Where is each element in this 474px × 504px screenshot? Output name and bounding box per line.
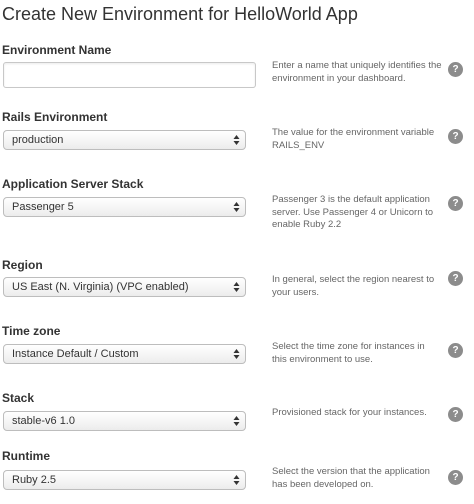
select-arrows-icon [233, 135, 240, 145]
application-server-stack-help: Passenger 3 is the default application s… [272, 194, 434, 230]
runtime-label: Runtime [2, 449, 50, 463]
stack-help: Provisioned stack for your instances. [272, 407, 427, 418]
runtime-help: Select the version that the application … [272, 466, 430, 490]
time-zone-value: Instance Default / Custom [12, 348, 139, 360]
region-label: Region [2, 258, 43, 272]
select-arrows-icon [233, 475, 240, 485]
time-zone-help: Select the time zone for instances in th… [272, 341, 425, 365]
environment-name-input[interactable] [3, 62, 256, 88]
region-select[interactable]: US East (N. Virginia) (VPC enabled) [3, 277, 246, 297]
application-server-stack-help-icon[interactable]: ? [448, 196, 463, 211]
region-help: In general, select the region nearest to… [272, 274, 435, 298]
time-zone-label: Time zone [2, 324, 61, 338]
rails-environment-select[interactable]: production [3, 130, 246, 150]
rails-environment-help-icon[interactable]: ? [448, 129, 463, 144]
select-arrows-icon [233, 349, 240, 359]
stack-help-icon[interactable]: ? [448, 407, 463, 422]
stack-select[interactable]: stable-v6 1.0 [3, 411, 246, 431]
page-title: Create New Environment for HelloWorld Ap… [2, 4, 358, 24]
application-server-stack-value: Passenger 5 [12, 201, 74, 213]
application-server-stack-select[interactable]: Passenger 5 [3, 197, 246, 217]
stack-label: Stack [2, 391, 35, 405]
application-server-stack-label: Application Server Stack [2, 177, 144, 191]
runtime-help-icon[interactable]: ? [448, 470, 463, 485]
region-help-icon[interactable]: ? [448, 271, 463, 286]
rails-environment-value: production [12, 134, 64, 146]
time-zone-help-icon[interactable]: ? [448, 343, 463, 358]
environment-name-label: Environment Name [2, 43, 112, 57]
environment-name-help: Enter a name that uniquely identifies th… [272, 60, 442, 84]
runtime-value: Ruby 2.5 [12, 474, 57, 486]
select-arrows-icon [233, 282, 240, 292]
select-arrows-icon [233, 202, 240, 212]
stack-value: stable-v6 1.0 [12, 415, 75, 427]
rails-environment-label: Rails Environment [2, 110, 108, 124]
time-zone-select[interactable]: Instance Default / Custom [3, 344, 246, 364]
runtime-select[interactable]: Ruby 2.5 [3, 470, 246, 490]
rails-environment-help: The value for the environment variable R… [272, 127, 435, 151]
environment-name-help-icon[interactable]: ? [448, 62, 463, 77]
select-arrows-icon [233, 416, 240, 426]
region-value: US East (N. Virginia) (VPC enabled) [12, 281, 189, 293]
